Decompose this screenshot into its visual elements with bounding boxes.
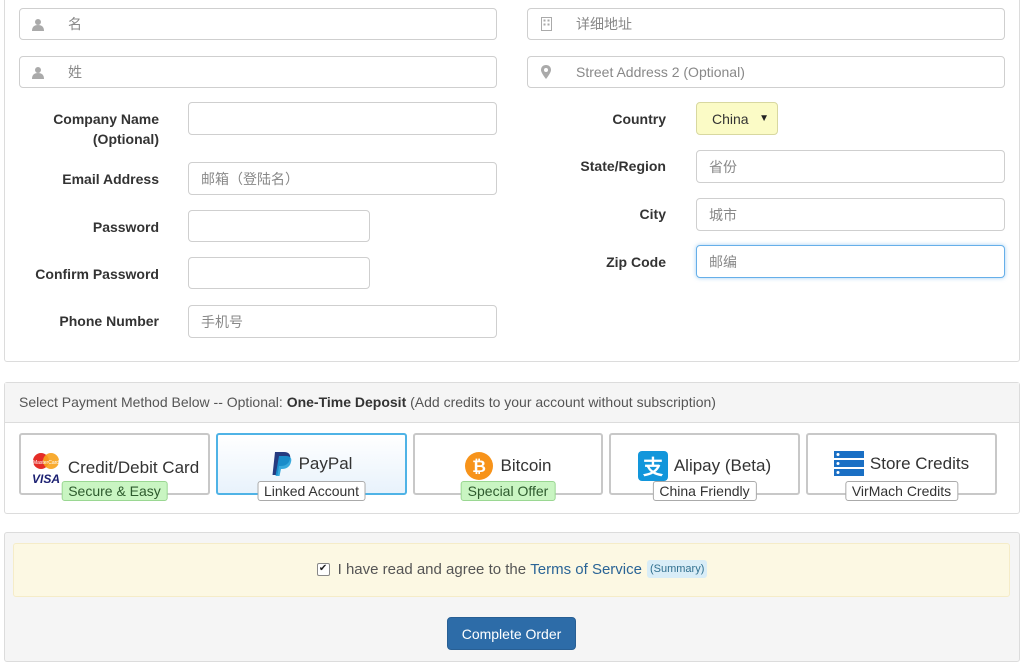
tos-summary-link[interactable]: (Summary) (646, 560, 708, 578)
payment-option-paypal[interactable]: PayPal Linked Account (216, 433, 407, 501)
confirm-password-input[interactable] (188, 257, 370, 289)
city-placeholder: 城市 (709, 206, 737, 223)
paypal-icon (272, 452, 291, 476)
phone-label: Phone Number (59, 313, 159, 329)
last-name-placeholder: 姓 (68, 64, 82, 80)
country-select[interactable]: China ▼ (696, 102, 778, 135)
phone-input[interactable]: 手机号 (188, 305, 497, 338)
payment-option-alipay[interactable]: 支 Alipay (Beta) China Friendly (609, 433, 800, 501)
company-label-line1: Company Name (53, 111, 159, 127)
bitcoin-icon: ₿ (465, 452, 494, 480)
payment-option-credit-card[interactable]: MasterCard VISA Credit/Debit Card Secure… (19, 433, 210, 501)
company-input[interactable] (188, 102, 497, 135)
user-icon (20, 9, 56, 39)
complete-order-button[interactable]: Complete Order (447, 617, 576, 650)
credit-card-icon: MasterCard VISA (32, 453, 60, 485)
payment-header-bold: One-Time Deposit (286, 394, 407, 410)
payment-badge-alipay: China Friendly (652, 481, 757, 501)
phone-placeholder: 手机号 (201, 313, 243, 330)
tos-link[interactable]: Terms of Service (530, 561, 642, 578)
address2-placeholder: Street Address 2 (Optional) (576, 64, 745, 80)
svg-text:支: 支 (643, 455, 664, 479)
address1-input[interactable]: 详细地址 (527, 8, 1005, 40)
payment-badge-bitcoin: Special Offer (460, 481, 556, 501)
first-name-input[interactable]: 名 (19, 8, 497, 40)
state-input[interactable]: 省份 (696, 150, 1005, 183)
first-name-placeholder: 名 (68, 16, 82, 32)
svg-text:MasterCard: MasterCard (33, 460, 59, 466)
last-name-input[interactable]: 姓 (19, 56, 497, 88)
building-icon (528, 9, 564, 39)
payment-option-store-credits[interactable]: Store Credits VirMach Credits (806, 433, 997, 501)
country-label: Country (612, 111, 666, 127)
store-credits-icon (833, 451, 864, 476)
payment-option-bitcoin[interactable]: ₿ Bitcoin Special Offer (413, 433, 603, 501)
svg-text:VISA: VISA (32, 472, 60, 485)
alipay-icon: 支 (637, 451, 668, 481)
address1-placeholder: 详细地址 (576, 16, 632, 32)
payment-name-alipay: Alipay (Beta) (673, 456, 772, 475)
tos-row: ✔ I have read and agree to the Terms of … (0, 560, 1024, 578)
payment-badge-paypal: Linked Account (257, 481, 366, 501)
zip-input[interactable]: 邮编 (696, 245, 1005, 278)
payment-name-paypal: PayPal (298, 454, 353, 473)
tos-text: I have read and agree to the (337, 560, 531, 578)
user-icon (20, 57, 56, 87)
payment-name-bitcoin: Bitcoin (500, 456, 552, 475)
city-input[interactable]: 城市 (696, 198, 1005, 231)
payment-badge-credit-card: Secure & Easy (61, 481, 168, 501)
company-label: Company Name (Optional) (20, 109, 159, 149)
payment-badge-store-credits: VirMach Credits (844, 481, 959, 501)
map-marker-icon (528, 57, 564, 87)
tos-checkbox[interactable]: ✔ (316, 562, 330, 576)
payment-name-credit-card: Credit/Debit Card (67, 458, 200, 477)
email-input[interactable]: 邮箱（登陆名） (188, 162, 497, 195)
country-value: China (712, 110, 749, 127)
payment-header-suffix: (Add credits to your account without sub… (406, 394, 716, 410)
payment-header-text: Select Payment Method Below -- Optional:… (19, 394, 716, 410)
password-label: Password (92, 219, 159, 235)
payment-name-store-credits: Store Credits (869, 454, 970, 473)
company-label-line2: (Optional) (92, 131, 159, 147)
email-placeholder: 邮箱（登陆名） (201, 170, 299, 187)
email-label: Email Address (62, 171, 159, 187)
state-label: State/Region (580, 158, 666, 174)
zip-label: Zip Code (606, 254, 666, 270)
city-label: City (639, 206, 666, 222)
zip-placeholder: 邮编 (709, 253, 737, 270)
state-placeholder: 省份 (709, 158, 737, 175)
chevron-down-icon: ▼ (759, 113, 769, 124)
confirm-password-label: Confirm Password (35, 266, 159, 282)
payment-header-prefix: Select Payment Method Below -- Optional: (19, 394, 287, 410)
svg-text:₿: ₿ (473, 457, 487, 476)
password-input[interactable] (188, 210, 370, 242)
address2-input[interactable]: Street Address 2 (Optional) (527, 56, 1005, 88)
